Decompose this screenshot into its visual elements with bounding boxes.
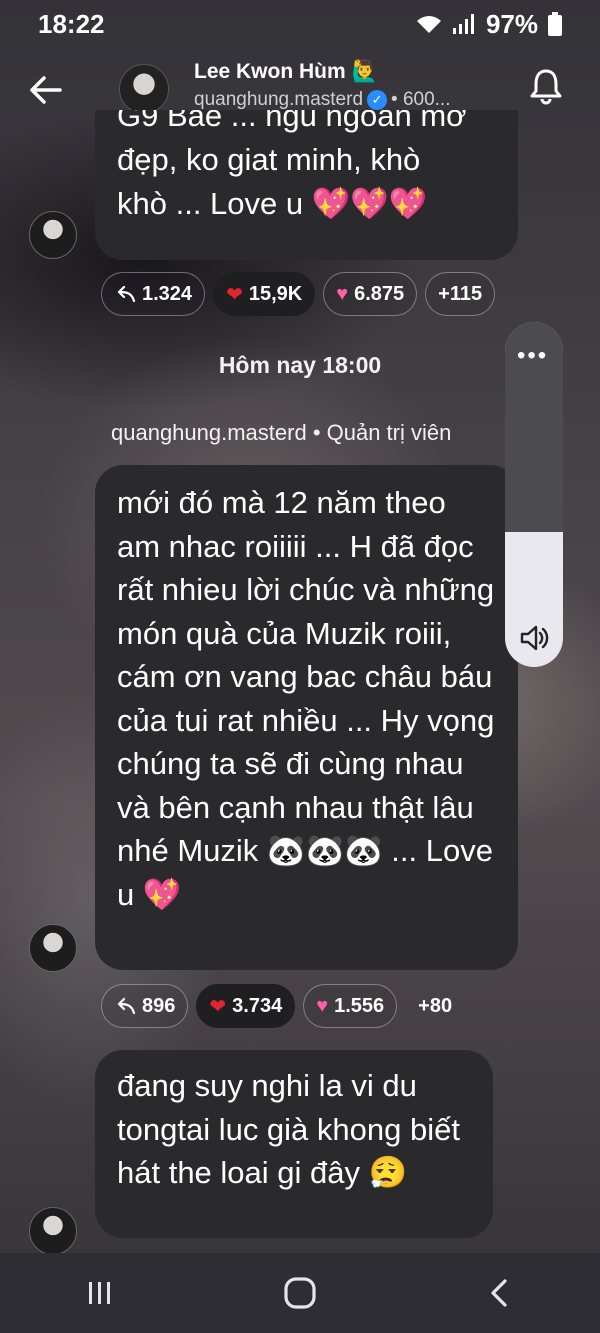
heart-count: 3.734 <box>232 994 283 1017</box>
reaction-row: 1.324 ❤ 15,9K ♥ 6.875 +115 <box>101 272 496 316</box>
wifi-icon <box>416 16 441 33</box>
more-reactions-chip[interactable]: +115 <box>425 272 496 316</box>
home-button[interactable] <box>270 1263 330 1323</box>
reply-arrow-icon <box>117 997 136 1015</box>
sparkle-heart-count: 6.875 <box>354 282 405 305</box>
sender-avatar[interactable] <box>29 211 77 259</box>
volume-panel[interactable]: ••• <box>505 322 563 667</box>
message-text: mới đó mà 12 năm theo am nhac roiiiii ..… <box>117 485 495 912</box>
speaker-volume-icon[interactable] <box>518 622 550 654</box>
sparkle-heart-reaction-chip[interactable]: ♥ 6.875 <box>323 272 418 316</box>
message-bubble[interactable]: mới đó mà 12 năm theo am nhac roiiiii ..… <box>95 465 518 970</box>
channel-title: Lee Kwon Hùm 🙋‍♂️ <box>194 60 378 83</box>
back-button[interactable] <box>470 1263 530 1323</box>
more-reactions-chip[interactable]: +80 <box>405 984 465 1028</box>
message-text: đang suy nghi la vi du tongtai luc già k… <box>117 1068 460 1190</box>
heart-reaction-chip[interactable]: ❤ 15,9K <box>213 272 316 316</box>
recent-apps-button[interactable] <box>70 1263 130 1323</box>
reply-count: 896 <box>142 994 176 1017</box>
message-text-line: G9 Bae ... ngu ngoan mơ <box>117 110 467 133</box>
more-reactions-count: +115 <box>438 282 483 305</box>
verified-badge-icon: ✓ <box>367 90 388 110</box>
status-bar: 18:22 97% <box>0 0 600 48</box>
bell-icon[interactable] <box>526 66 566 106</box>
reaction-row: 896 ❤ 3.734 ♥ 1.556 +80 <box>101 984 465 1028</box>
sparkle-heart-icon: ♥ <box>316 994 329 1017</box>
sender-avatar[interactable] <box>29 1207 77 1255</box>
reply-chip[interactable]: 1.324 <box>101 272 206 316</box>
reply-count: 1.324 <box>142 282 193 305</box>
reply-arrow-icon <box>117 285 136 303</box>
sparkle-heart-count: 1.556 <box>334 994 385 1017</box>
back-arrow-icon[interactable] <box>26 70 66 110</box>
sender-name-line: quanghung.masterd • Quản trị viên <box>111 420 452 445</box>
message-bubble[interactable]: G9 Bae ... ngu ngoan mơ đẹp, ko giat min… <box>95 110 518 260</box>
channel-subtitle: quanghung.masterd ✓ • 600... <box>194 89 450 111</box>
sender-avatar[interactable] <box>29 924 77 972</box>
back-chevron-icon <box>491 1279 507 1307</box>
battery-percent: 97% <box>485 8 538 39</box>
sparkle-heart-reaction-chip[interactable]: ♥ 1.556 <box>303 984 398 1028</box>
home-icon <box>284 1277 316 1309</box>
battery-icon <box>548 12 562 36</box>
recent-apps-icon <box>89 1282 110 1304</box>
message-text-line: khò ... Love u 💖💖💖 <box>117 185 428 221</box>
heart-icon: ❤ <box>209 995 227 1018</box>
heart-count: 15,9K <box>248 282 303 305</box>
reply-chip[interactable]: 896 <box>101 984 189 1028</box>
system-nav-bar <box>0 1253 600 1333</box>
heart-icon: ❤ <box>226 283 243 306</box>
status-time: 18:22 <box>38 8 105 39</box>
channel-username: quanghung.masterd <box>194 89 364 110</box>
message-text-line: đẹp, ko giat minh, khò <box>117 142 421 177</box>
message-bubble[interactable]: đang suy nghi la vi du tongtai luc già k… <box>95 1050 493 1238</box>
channel-followers: • 600... <box>391 89 451 110</box>
sparkle-heart-icon: ♥ <box>336 282 349 305</box>
header-info[interactable]: Lee Kwon Hùm 🙋‍♂️ quanghung.masterd ✓ • … <box>194 60 450 111</box>
cell-signal-icon <box>452 14 474 34</box>
header-avatar[interactable] <box>119 64 169 114</box>
more-reactions-count: +80 <box>418 994 453 1017</box>
heart-reaction-chip[interactable]: ❤ 3.734 <box>196 984 296 1028</box>
more-options-icon[interactable]: ••• <box>517 342 548 370</box>
